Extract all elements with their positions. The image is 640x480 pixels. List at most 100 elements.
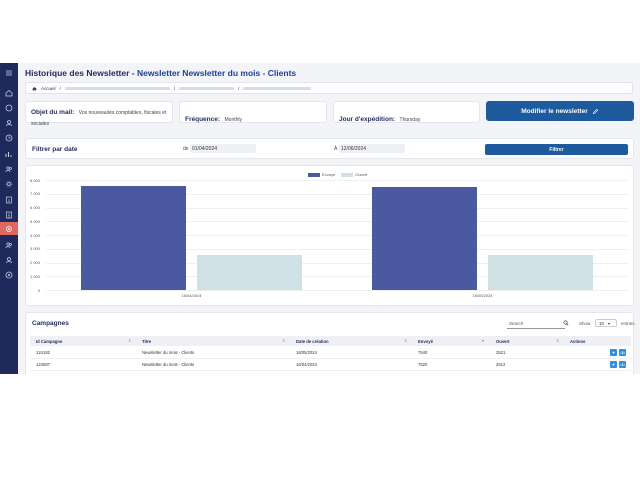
bar-sent[interactable] [81,186,186,290]
user-icon[interactable] [5,119,13,127]
stats-button[interactable] [619,349,626,356]
bar-opened[interactable] [488,255,593,290]
chart-legend: Envoyé Ouvert [308,172,367,177]
pencil-icon [592,108,598,114]
y-tick-label: 1 000 [29,273,40,279]
home-icon[interactable] [32,86,37,91]
app-window: Historique des Newsletter - Newsletter N… [0,63,640,374]
legend-item-sent: Envoyé [308,172,335,177]
send-day-value: Thursday [399,117,421,123]
send-day-label: Jour d'expédition: [339,116,396,123]
cell-sent: 7520 [418,362,428,367]
edit-newsletter-label: Modifier le newsletter [521,107,588,115]
newsletter-nav-active[interactable] [0,222,18,235]
y-gridline [46,290,628,291]
breadcrumb-separator: / [173,85,176,91]
main-content: Historique des Newsletter - Newsletter N… [18,63,640,374]
sort-icon[interactable]: ⇕ [556,338,559,343]
cell-id: 123687 [36,362,50,367]
users-icon[interactable] [5,165,13,173]
cell-date: 16/05/2024 [296,350,317,355]
legend-label-sent: Envoyé [322,172,336,177]
col-id[interactable]: Id Campagne [36,339,62,344]
table-header: Id Campagne ⇕ Titre ⇕ Date de création ⇕… [30,336,631,346]
settings-icon[interactable] [5,180,13,188]
to-date-input[interactable]: 12/06/2024 [339,144,405,153]
y-tick-label: 7 000 [29,191,40,197]
eye-icon [612,351,615,354]
sort-icon[interactable]: ⇕ [404,338,407,343]
sort-desc-icon[interactable]: ▾ [482,338,484,343]
legend-swatch-opened [341,172,354,177]
frequency-value: Monthly [224,117,243,123]
dashboard-icon[interactable] [5,104,13,112]
breadcrumb-item-redacted[interactable] [179,86,235,90]
filter-card: Filtrer par date de 01/04/2024 À 12/06/2… [25,138,634,159]
chevron-down-icon: ▾ [608,321,611,326]
entries-select-value: 10 [599,321,605,326]
breadcrumb-item-redacted [243,86,312,90]
menu-icon[interactable] [5,69,13,77]
col-date[interactable]: Date de création [296,339,329,344]
bar-sent[interactable] [372,186,477,290]
col-actions: Actions [570,339,586,344]
search-icon[interactable] [563,320,569,326]
group-icon[interactable] [5,241,13,249]
search-underline [507,328,565,329]
subject-card: Objet du mail: Vos nouveautés comptables… [25,101,173,127]
to-prefix: À [334,146,338,152]
bar-opened[interactable] [197,255,302,290]
x-tick-label: 16/04/2024 [181,293,202,298]
filter-button[interactable]: Filtrer [485,144,628,155]
search-input[interactable]: Search [509,321,523,326]
sidebar [0,63,18,374]
stats-button[interactable] [619,361,626,368]
campaigns-card: Campagnes Search Show 10 ▾ entries Id Cam… [25,312,635,374]
cell-title: Newsletter du mois - Clients [142,350,195,355]
cell-date: 16/04/2024 [296,362,317,367]
breadcrumb-separator: / [59,85,61,91]
col-title[interactable]: Titre [142,339,151,344]
chart-icon [620,363,625,367]
campaigns-title: Campagnes [32,320,69,327]
home-icon[interactable] [5,89,13,97]
entries-select[interactable]: 10 ▾ [595,319,617,327]
contacts-icon[interactable] [5,256,13,264]
breadcrumb: Accueil / / / [25,82,633,94]
entries-label: entries [621,321,635,326]
chart-icon [620,351,625,355]
legend-item-opened: Ouvert [341,172,367,177]
edit-newsletter-button[interactable]: Modifier le newsletter [486,101,634,121]
view-button[interactable] [610,361,617,368]
from-prefix: de [183,146,189,152]
clock-icon[interactable] [5,134,13,142]
chart-card: Envoyé Ouvert 8 000 7 000 6 000 5 000 4 000 3… [25,165,634,306]
from-date-input[interactable]: 01/04/2024 [190,144,256,153]
legend-swatch-sent [308,172,320,177]
y-tick-label: 5 000 [29,218,40,224]
help-icon[interactable] [5,271,13,279]
frequency-label: Fréquence: [185,116,221,123]
page-title: Historique des Newsletter - Newsletter N… [25,68,297,78]
report-icon[interactable] [5,211,13,219]
table-row: 123687 Newsletter du mois - Clients 16/0… [30,359,631,371]
stats-icon[interactable] [5,150,13,158]
document-edit-icon[interactable] [5,196,13,204]
sort-icon[interactable]: ⇕ [128,338,131,343]
breadcrumb-item-redacted[interactable] [64,86,170,90]
sort-icon[interactable]: ⇕ [282,338,285,343]
breadcrumb-home[interactable]: Accueil [41,86,56,91]
y-tick-label: 4 000 [29,232,40,238]
cell-id: 124182 [36,350,50,355]
cell-opened: 2521 [496,350,506,355]
show-label: Show [579,321,591,326]
eye-icon [612,363,615,366]
col-opened[interactable]: Ouvert [496,339,510,344]
col-sent[interactable]: Envoyé [418,339,433,344]
y-tick-label: 6 000 [29,205,40,210]
view-button[interactable] [610,349,617,356]
cell-title: Newsletter du mois - Clients [142,362,195,367]
filter-title: Filtrer par date [32,146,78,153]
table-row: 124182 Newsletter du mois - Clients 16/0… [30,347,631,359]
legend-label-opened: Ouvert [355,172,368,177]
